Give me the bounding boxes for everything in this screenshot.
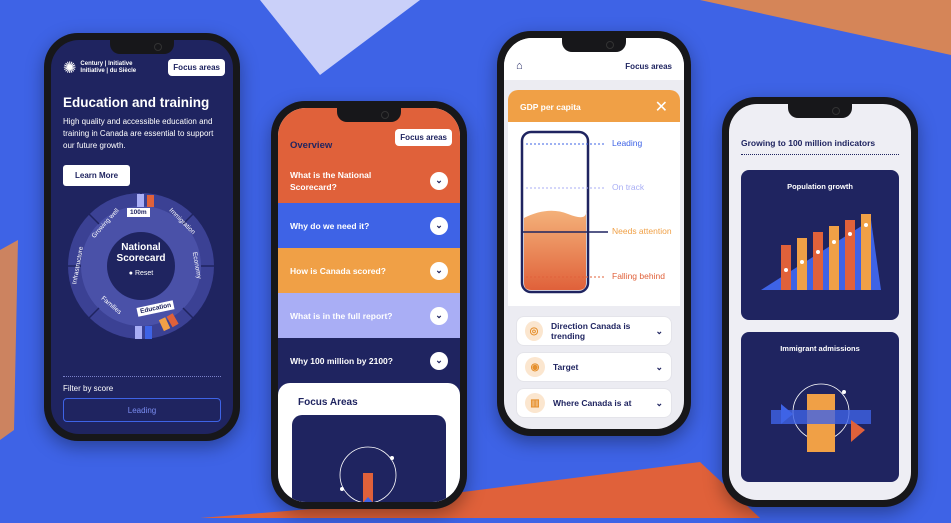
reset-icon: ● (128, 270, 133, 277)
logo: ✺ Century | Initiative Initiative | du S… (63, 60, 137, 77)
phone-3-screen: ⌂ Focus areas GDP per capita ✕ Leading O… (504, 38, 684, 429)
focus-areas-button[interactable]: Focus areas (395, 129, 452, 146)
home-icon[interactable]: ⌂ (516, 60, 523, 72)
focus-areas-button[interactable]: Focus areas (168, 59, 225, 76)
phone-1: ✺ Century | Initiative Initiative | du S… (44, 33, 240, 441)
chevron-down-icon: ⌄ (430, 261, 448, 280)
accordion-item-what-is[interactable]: What is the National Scorecard? ⌄ (278, 158, 460, 203)
row-target[interactable]: ◉ Target ⌄ (516, 352, 672, 382)
accordion-item-full-report[interactable]: What is in the full report? ⌄ (278, 293, 460, 338)
focus-areas-heading: Focus Areas (298, 397, 358, 408)
bar-chart-icon: ▥ (525, 393, 545, 413)
focus-areas-panel: Focus Areas (278, 383, 460, 502)
overview-label: Overview (290, 140, 333, 151)
chevron-down-icon: ⌄ (655, 325, 663, 336)
scorecard-wheel[interactable]: National Scorecard ● Reset Growing well 1… (65, 190, 217, 342)
chevron-down-icon: ⌄ (430, 171, 448, 190)
chevron-down-icon: ⌄ (430, 216, 448, 235)
card-immigrant-admissions[interactable]: Immigrant admissions (741, 332, 899, 482)
focus-areas-link[interactable]: Focus areas (625, 62, 672, 71)
level-on-track: On track (612, 182, 645, 192)
phone-4: Growing to 100 million indicators Popula… (722, 97, 918, 507)
level-needs-attention: Needs attention (612, 226, 672, 236)
compass-icon: ◎ (525, 321, 544, 341)
panel-header: GDP per capita ✕ (508, 90, 680, 122)
chevron-down-icon: ⌄ (430, 306, 448, 325)
target-icon: ◉ (525, 357, 545, 377)
learn-more-button[interactable]: Learn More (63, 165, 131, 186)
level-falling-behind: Falling behind (612, 271, 665, 281)
gdp-panel: GDP per capita ✕ Leading On track Needs … (508, 90, 680, 306)
accordion-item-why-need[interactable]: Why do we need it? ⌄ (278, 203, 460, 248)
accordion-item-how-scored[interactable]: How is Canada scored? ⌄ (278, 248, 460, 293)
filter-leading-button[interactable]: Leading (63, 398, 221, 422)
maple-leaf-icon: ✺ (63, 60, 77, 77)
phone-3: ⌂ Focus areas GDP per capita ✕ Leading O… (497, 31, 691, 436)
panel-title: GDP per capita (520, 102, 581, 112)
row-direction-trending[interactable]: ◎ Direction Canada is trending ⌄ (516, 316, 672, 346)
phone-2: Focus areas Overview What is the Nationa… (271, 101, 467, 509)
row-where-canada[interactable]: ▥ Where Canada is at ⌄ (516, 388, 672, 418)
indicators-title: Growing to 100 million indicators (741, 138, 876, 148)
segment-label-100m[interactable]: 100m (127, 208, 150, 217)
card-label: Immigrant admissions (780, 344, 860, 353)
page-description: High quality and accessible education an… (63, 117, 214, 150)
phone-2-screen: Focus areas Overview What is the Nationa… (278, 108, 460, 502)
close-icon[interactable]: ✕ (655, 97, 668, 117)
accordion-item-why-100m[interactable]: Why 100 million by 2100? ⌄ (278, 338, 460, 383)
page-title: Education and training (63, 95, 210, 110)
card-population-growth[interactable]: Population growth (741, 170, 899, 320)
divider (741, 154, 899, 155)
chevron-down-icon: ⌄ (430, 351, 448, 370)
focus-areas-card[interactable] (292, 415, 446, 502)
phone-1-screen: ✺ Century | Initiative Initiative | du S… (51, 40, 233, 434)
divider (63, 376, 221, 377)
card-label: Population growth (787, 182, 853, 191)
filter-label: Filter by score (63, 384, 114, 393)
phone-4-screen: Growing to 100 million indicators Popula… (729, 104, 911, 500)
chevron-down-icon: ⌄ (655, 397, 663, 408)
level-leading: Leading (612, 138, 643, 148)
chevron-down-icon: ⌄ (655, 361, 663, 372)
